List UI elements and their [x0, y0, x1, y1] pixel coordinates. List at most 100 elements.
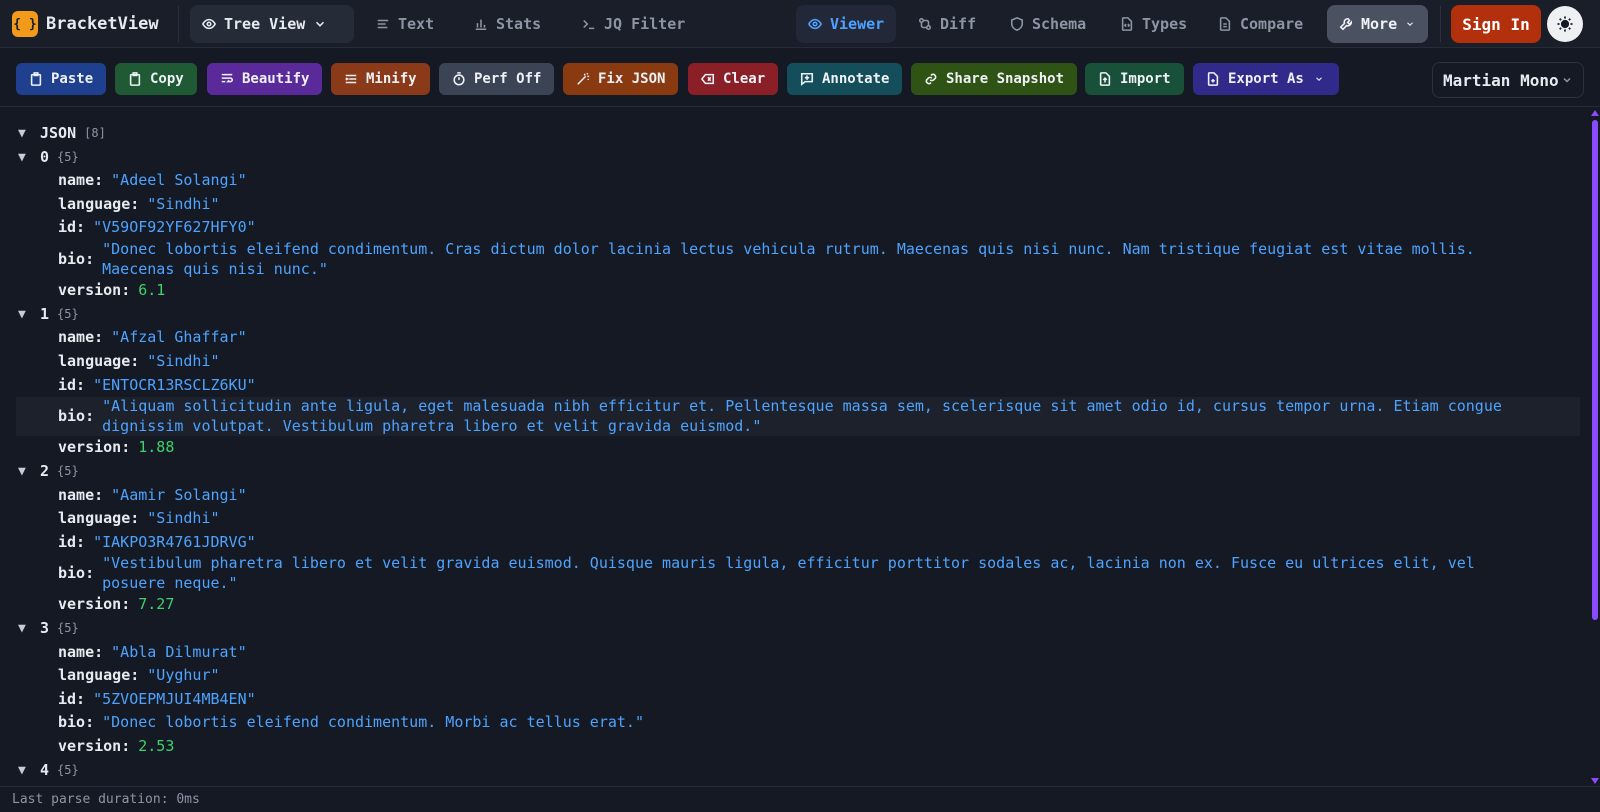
delete-icon [701, 73, 715, 85]
caret-down-icon[interactable]: ▼ [18, 462, 32, 482]
chevron-down-icon [316, 21, 325, 27]
tree-property[interactable]: name: "Afzal Ghaffar" [16, 326, 1590, 350]
tab-diff-label: Diff [940, 15, 977, 33]
prop-value: "5ZVOEPMJUI4MB4EN" [93, 689, 256, 708]
prop-value: "ENTOCR13RSCLZ6KU" [93, 375, 256, 394]
tab-schema[interactable]: Schema [998, 5, 1098, 43]
tab-stats-label: Stats [496, 15, 542, 33]
tree-root-node[interactable]: ▼ JSON [8] [16, 122, 1590, 146]
node-count: {5} [57, 149, 79, 164]
status-bar: Last parse duration: 0ms [0, 786, 1600, 812]
prop-key: bio: [58, 713, 95, 732]
tree-node-0[interactable]: ▼ 0 {5} [16, 146, 1590, 170]
annotate-button[interactable]: Annotate [787, 63, 903, 95]
tree-property[interactable]: bio: "Donec lobortis eleifend condimentum… [16, 711, 1590, 735]
node-index: 3 [40, 619, 50, 638]
node-index: 2 [40, 461, 50, 480]
prop-key: id: [58, 689, 86, 708]
tab-jq-filter[interactable]: JQ Filter [570, 5, 697, 43]
share-snapshot-button[interactable]: Share Snapshot [911, 63, 1078, 95]
caret-down-icon[interactable]: ▼ [18, 124, 32, 144]
caret-down-icon[interactable]: ▼ [18, 619, 32, 639]
caret-down-icon[interactable]: ▼ [18, 305, 32, 325]
view-mode-dropdown[interactable]: Tree View [190, 5, 354, 43]
tree-property[interactable]: bio: "Donec lobortis eleifend condimentum… [16, 240, 1590, 279]
node-index: 0 [40, 147, 50, 166]
tree-property-hovered[interactable]: bio: "Aliquam sollicitudin ante ligula, e… [16, 397, 1580, 437]
scrollbar-thumb[interactable] [1592, 120, 1598, 620]
tree-property[interactable]: version: 7.27 [16, 593, 1590, 617]
node-count: {5} [57, 762, 79, 777]
prop-value: 1.88 [138, 438, 175, 457]
copy-button[interactable]: Copy [115, 63, 197, 95]
beautify-label: Beautify [242, 71, 310, 87]
tree-property[interactable]: language: "Sindhi" [16, 350, 1590, 374]
brand[interactable]: { } BracketView [12, 10, 159, 38]
theme-toggle-button[interactable] [1547, 6, 1583, 42]
font-select-value: Martian Mono [1443, 70, 1559, 90]
tab-text-label: Text [398, 15, 435, 33]
minify-lines-icon [345, 74, 357, 84]
tree-property[interactable]: bio: "Vestibulum pharetra libero et velit… [16, 554, 1590, 593]
chevron-down-icon [1315, 77, 1322, 82]
clear-button[interactable]: Clear [688, 63, 779, 95]
fix-json-label: Fix JSON [598, 71, 666, 87]
prop-key: name: [58, 171, 104, 190]
tree-node-1[interactable]: ▼ 1 {5} [16, 303, 1590, 327]
export-as-dropdown[interactable]: Export As [1193, 63, 1339, 95]
tree-property[interactable]: language: "Sindhi" [16, 507, 1590, 531]
node-count: {5} [57, 306, 79, 321]
prop-value: "Donec lobortis eleifend condimentum. Mo… [102, 713, 644, 732]
tree-property[interactable]: version: 1.88 [16, 436, 1590, 460]
prop-value: "Aamir Solangi" [111, 485, 247, 504]
tab-viewer[interactable]: Viewer [796, 5, 897, 43]
chevron-down-icon [1563, 77, 1571, 83]
caret-down-icon[interactable]: ▼ [18, 148, 32, 168]
import-button[interactable]: Import [1085, 63, 1184, 95]
node-count: {5} [57, 463, 79, 478]
app-title: BracketView [46, 14, 159, 34]
beautify-button[interactable]: Beautify [207, 63, 323, 95]
tree-property[interactable]: name: "Aamir Solangi" [16, 484, 1590, 508]
tree-property[interactable]: version: 6.1 [16, 279, 1590, 303]
perf-toggle-button[interactable]: Perf Off [439, 63, 555, 95]
bar-chart-icon [475, 19, 487, 31]
tree-property[interactable]: id: "5ZVOEPMJUI4MB4EN" [16, 688, 1590, 712]
tree-node-3[interactable]: ▼ 3 {5} [16, 617, 1590, 641]
tab-text[interactable]: Text [364, 5, 446, 43]
json-tree-viewer[interactable]: ▼ JSON [8] ▼ 0 {5} name: "Adeel Solangi" … [0, 108, 1590, 786]
scroll-up-arrow-icon[interactable] [1591, 110, 1599, 116]
tree-property[interactable]: name: "Adeel Solangi" [16, 169, 1590, 193]
clipboard-icon [129, 72, 141, 86]
tree-property[interactable]: language: "Sindhi" [16, 193, 1590, 217]
prop-key: language: [58, 194, 140, 213]
more-menu-button[interactable]: More [1327, 5, 1428, 43]
tab-stats[interactable]: Stats [462, 5, 553, 43]
sign-in-button[interactable]: Sign In [1451, 5, 1541, 43]
tab-types[interactable]: Types [1108, 5, 1199, 43]
tree-node-2[interactable]: ▼ 2 {5} [16, 460, 1590, 484]
prop-value: "Abla Dilmurat" [111, 642, 247, 661]
file-text-icon [1219, 17, 1231, 31]
import-label: Import [1120, 71, 1171, 87]
tree-node-4[interactable]: ▼ 4 {5} [16, 759, 1590, 783]
prop-value: "Donec lobortis eleifend condimentum. Cr… [102, 239, 1484, 278]
scroll-down-arrow-icon[interactable] [1591, 778, 1599, 784]
tab-compare[interactable]: Compare [1206, 5, 1315, 43]
caret-down-icon[interactable]: ▼ [18, 761, 32, 781]
tab-diff[interactable]: Diff [906, 5, 988, 43]
tree-property[interactable]: id: "IAKPO3R4761JDRVG" [16, 531, 1590, 555]
fix-json-button[interactable]: Fix JSON [563, 63, 679, 95]
vertical-scrollbar[interactable] [1590, 108, 1600, 786]
prop-key: language: [58, 666, 140, 685]
prop-key: version: [58, 438, 131, 457]
font-family-select[interactable]: Martian Mono [1432, 62, 1584, 98]
tree-property[interactable]: language: "Uyghur" [16, 664, 1590, 688]
tree-property[interactable]: name: "Abla Dilmurat" [16, 641, 1590, 665]
paste-button[interactable]: Paste [16, 63, 107, 95]
minify-button[interactable]: Minify [331, 63, 430, 95]
tree-property[interactable]: version: 2.53 [16, 735, 1590, 759]
prop-key: language: [58, 509, 140, 528]
tree-property[interactable]: id: "V59OF92YF627HFY0" [16, 216, 1590, 240]
tree-property[interactable]: id: "ENTOCR13RSCLZ6KU" [16, 374, 1590, 398]
